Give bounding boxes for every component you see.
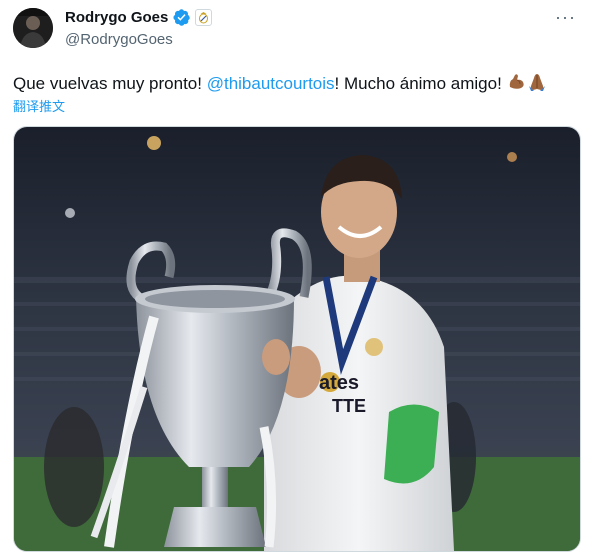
translate-link[interactable]: 翻译推文	[13, 96, 65, 115]
tweet-media-image[interactable]: ates TTE	[13, 126, 581, 552]
tweet-text-part: Que vuelvas muy pronto!	[13, 74, 207, 93]
tweet-text-part: ! Mucho ánimo amigo!	[334, 74, 507, 93]
mention-link[interactable]: @thibautcourtois	[207, 74, 335, 93]
club-crest-icon[interactable]	[195, 9, 213, 26]
flexed-biceps-emoji-icon	[507, 72, 527, 98]
user-handle[interactable]: @RodrygoGoes	[65, 31, 173, 48]
trophy-photo: ates TTE	[14, 127, 580, 551]
tweet-text: Que vuelvas muy pronto! @thibautcourtois…	[13, 72, 547, 98]
avatar-image	[13, 8, 53, 48]
jersey-text-2: TTE	[332, 396, 366, 416]
name-row: Rodrygo Goes	[65, 9, 213, 26]
tweet-card: Rodrygo Goes @RodrygoGoes ··· Que vuelva…	[0, 0, 594, 556]
avatar[interactable]	[13, 8, 53, 48]
verified-badge-icon	[173, 9, 191, 26]
more-options-icon[interactable]: ···	[555, 8, 576, 26]
display-name[interactable]: Rodrygo Goes	[65, 9, 168, 26]
folded-hands-emoji-icon	[527, 72, 547, 98]
jersey-text-1: ates	[319, 372, 359, 394]
